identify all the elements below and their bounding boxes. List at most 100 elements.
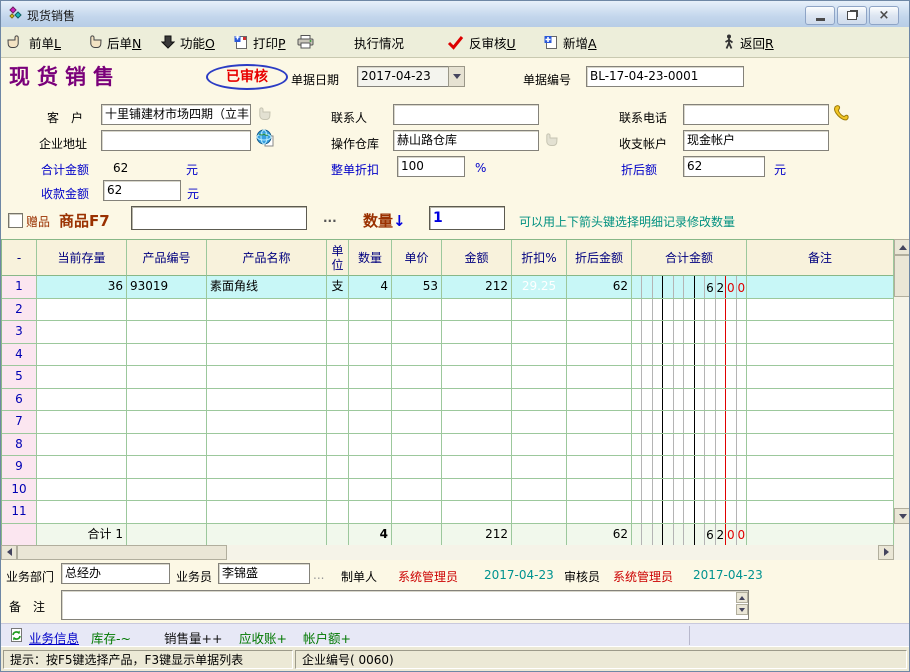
- account-field[interactable]: 现金帐户: [683, 130, 829, 151]
- cell-price[interactable]: 53: [392, 276, 442, 299]
- cell-stock[interactable]: 36: [37, 276, 127, 299]
- product-input[interactable]: [131, 206, 307, 230]
- cell-stock[interactable]: [37, 434, 127, 457]
- cell-price[interactable]: [392, 299, 442, 322]
- remark-scroll-down-button[interactable]: [736, 604, 748, 615]
- cell-unit[interactable]: [327, 321, 349, 344]
- cell-name[interactable]: 素面角线: [207, 276, 327, 299]
- cell-qty[interactable]: [349, 389, 392, 412]
- cell-discount[interactable]: [512, 321, 567, 344]
- cell-unit[interactable]: [327, 411, 349, 434]
- horizontal-scrollbar[interactable]: [1, 545, 894, 560]
- close-button[interactable]: ×: [869, 6, 899, 25]
- cell-code[interactable]: [127, 389, 207, 412]
- cell-total[interactable]: [632, 344, 747, 367]
- unaudit-button[interactable]: 反审核U: [447, 31, 516, 53]
- cell-disc_amount[interactable]: [567, 456, 632, 479]
- cell-price[interactable]: [392, 456, 442, 479]
- cell-disc_amount[interactable]: [567, 389, 632, 412]
- cell-price[interactable]: [392, 411, 442, 434]
- scroll-right-button[interactable]: [878, 545, 894, 560]
- cell-unit[interactable]: [327, 456, 349, 479]
- cell-qty[interactable]: [349, 321, 392, 344]
- cell-disc_amount[interactable]: 62: [567, 276, 632, 299]
- cell-stock[interactable]: [37, 501, 127, 524]
- cell-total[interactable]: [632, 321, 747, 344]
- cell-discount[interactable]: [512, 344, 567, 367]
- cell-discount[interactable]: [512, 456, 567, 479]
- cell-total[interactable]: [632, 456, 747, 479]
- cell-qty[interactable]: [349, 344, 392, 367]
- cell-name[interactable]: [207, 389, 327, 412]
- cell-qty[interactable]: [349, 456, 392, 479]
- cell-amount[interactable]: [442, 389, 512, 412]
- exec-status-button[interactable]: 执行情况: [354, 31, 404, 53]
- restore-button[interactable]: [837, 6, 867, 25]
- qty-input[interactable]: 1: [429, 206, 505, 230]
- cell-remark[interactable]: [747, 434, 894, 457]
- cell-name[interactable]: [207, 366, 327, 389]
- cell-total[interactable]: [632, 479, 747, 502]
- cell-stock[interactable]: [37, 321, 127, 344]
- cell-price[interactable]: [392, 389, 442, 412]
- globe-icon[interactable]: [256, 129, 274, 147]
- cell-remark[interactable]: [747, 276, 894, 299]
- cell-code[interactable]: [127, 501, 207, 524]
- cell-remark[interactable]: [747, 411, 894, 434]
- functions-button[interactable]: 功能O: [161, 31, 215, 53]
- doc-no-field[interactable]: BL-17-04-23-0001: [586, 66, 744, 87]
- new-doc-button[interactable]: 新增A: [544, 31, 597, 53]
- hand-picker-icon[interactable]: [254, 107, 271, 121]
- cell-discount[interactable]: [512, 299, 567, 322]
- cell-discount[interactable]: [512, 501, 567, 524]
- customer-field[interactable]: 十里铺建材市场四期（立丰: [101, 104, 251, 125]
- cell-disc_amount[interactable]: [567, 479, 632, 502]
- refresh-doc-icon[interactable]: [9, 627, 24, 644]
- cell-discount[interactable]: [512, 389, 567, 412]
- phone-field[interactable]: [683, 104, 829, 125]
- cell-total[interactable]: [632, 366, 747, 389]
- vertical-scroll-thumb[interactable]: [894, 255, 910, 297]
- cell-qty[interactable]: [349, 479, 392, 502]
- cell-code[interactable]: [127, 434, 207, 457]
- printer-icon[interactable]: [297, 35, 314, 49]
- cell-code[interactable]: [127, 321, 207, 344]
- after-discount-field[interactable]: 62: [683, 156, 765, 177]
- cell-code[interactable]: [127, 366, 207, 389]
- cell-code[interactable]: [127, 411, 207, 434]
- salesman-browse-ellipsis[interactable]: ...: [313, 568, 324, 582]
- address-field[interactable]: [101, 130, 251, 151]
- cell-name[interactable]: [207, 321, 327, 344]
- cell-discount[interactable]: [512, 366, 567, 389]
- cell-amount[interactable]: [442, 456, 512, 479]
- cell-code[interactable]: [127, 299, 207, 322]
- cell-amount[interactable]: [442, 321, 512, 344]
- cell-remark[interactable]: [747, 321, 894, 344]
- cell-discount[interactable]: [512, 434, 567, 457]
- doc-date-dropdown-button[interactable]: [448, 66, 465, 87]
- cell-total[interactable]: [632, 434, 747, 457]
- contact-field[interactable]: [393, 104, 539, 125]
- cell-unit[interactable]: [327, 299, 349, 322]
- gift-checkbox[interactable]: [8, 213, 23, 228]
- next-doc-button[interactable]: 后单N: [85, 31, 141, 53]
- minimize-button[interactable]: [805, 6, 835, 25]
- cell-qty[interactable]: [349, 366, 392, 389]
- cell-qty[interactable]: [349, 434, 392, 457]
- cell-remark[interactable]: [747, 456, 894, 479]
- cell-remark[interactable]: [747, 366, 894, 389]
- cell-amount[interactable]: [442, 411, 512, 434]
- cell-unit[interactable]: [327, 389, 349, 412]
- return-button[interactable]: 返回R: [723, 31, 774, 53]
- cell-price[interactable]: [392, 321, 442, 344]
- cell-disc_amount[interactable]: [567, 344, 632, 367]
- sales-volume-link[interactable]: 销售量++: [164, 628, 222, 647]
- cell-name[interactable]: [207, 434, 327, 457]
- cell-amount[interactable]: [442, 299, 512, 322]
- cell-qty[interactable]: [349, 501, 392, 524]
- scroll-left-button[interactable]: [1, 545, 17, 560]
- cell-name[interactable]: [207, 411, 327, 434]
- product-browse-ellipsis[interactable]: ...: [323, 211, 337, 225]
- cell-qty[interactable]: 4: [349, 276, 392, 299]
- cell-price[interactable]: [392, 366, 442, 389]
